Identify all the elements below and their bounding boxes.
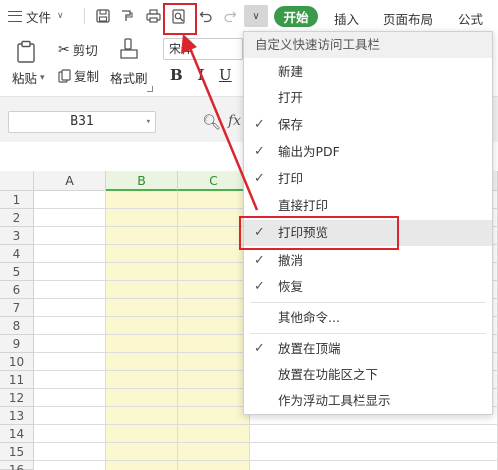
column-header-c[interactable]: C — [178, 171, 250, 191]
menu-item-label: 放置在顶端 — [278, 341, 341, 356]
menu-item-floating-toolbar[interactable]: 作为浮动工具栏显示 — [244, 389, 492, 413]
chevron-down-icon: ∨ — [57, 11, 64, 21]
menu-item-label: 输出为PDF — [278, 144, 340, 159]
format-painter-brush-icon[interactable] — [119, 38, 139, 62]
menu-item-label: 撤消 — [278, 253, 304, 268]
row-header[interactable]: 3 — [0, 227, 34, 245]
menu-item-label: 恢复 — [278, 279, 304, 294]
row-header[interactable]: 11 — [0, 371, 34, 389]
menu-item-label: 保存 — [278, 117, 304, 132]
customize-quick-access-button[interactable]: ∨ — [244, 5, 268, 27]
menu-item-redo[interactable]: ✓ 恢复 — [244, 275, 492, 299]
paste-label: 粘贴 — [12, 71, 38, 86]
menu-item-save[interactable]: ✓ 保存 — [244, 113, 492, 137]
copy-icon — [58, 68, 71, 83]
copy-button[interactable]: 复制 — [58, 66, 99, 85]
menu-item-undo[interactable]: ✓ 撤消 — [244, 249, 492, 273]
scissors-icon: ✂ — [58, 41, 70, 58]
menu-item-place-below-ribbon[interactable]: 放置在功能区之下 — [244, 363, 492, 387]
paste-button[interactable]: 粘贴 ▾ — [12, 68, 45, 87]
highlight-box-print-preview-item — [239, 216, 399, 250]
menu-item-label: 直接打印 — [278, 198, 329, 213]
font-name-select[interactable]: 宋体 — [163, 38, 243, 60]
menu-item-label: 其他命令... — [278, 310, 340, 325]
copy-label: 复制 — [74, 69, 100, 84]
italic-button[interactable]: I — [198, 66, 204, 84]
tab-insert[interactable]: 插入 — [334, 9, 359, 28]
name-box-value: B31 — [70, 114, 94, 129]
print-icon[interactable] — [143, 6, 163, 26]
separator — [84, 8, 85, 24]
highlight-box-print-preview-icon — [163, 3, 197, 35]
cut-label: 剪切 — [72, 43, 98, 58]
check-icon: ✓ — [254, 279, 265, 294]
menu-item-more-commands[interactable]: 其他命令... — [244, 306, 492, 330]
menu-item-direct-print[interactable]: 直接打印 — [244, 194, 492, 218]
tab-formulas[interactable]: 公式 — [458, 9, 483, 28]
name-box[interactable]: B31 ▾ — [8, 111, 156, 133]
group-dialog-launcher[interactable] — [147, 86, 153, 92]
underline-button[interactable]: U — [219, 66, 232, 84]
paste-icon[interactable] — [16, 40, 38, 64]
menu-header: 自定义快速访问工具栏 — [244, 32, 492, 58]
format-painter-label: 格式刷 — [110, 71, 148, 86]
menu-separator — [250, 333, 486, 334]
menu-item-new[interactable]: 新建 — [244, 60, 492, 84]
row-header[interactable]: 9 — [0, 335, 34, 353]
column-header-b[interactable]: B — [106, 171, 178, 191]
insert-function-button[interactable]: fx — [228, 113, 241, 129]
check-icon: ✓ — [254, 144, 265, 159]
file-menu-label: 文件 — [26, 9, 52, 25]
column-b-cells[interactable] — [106, 191, 178, 470]
title-toolbar: 文件 ∨ ∨ 开始 插入 页面布局 公式 — [0, 0, 498, 32]
menu-item-label: 作为浮动工具栏显示 — [278, 393, 391, 408]
hamburger-icon — [8, 10, 22, 22]
row-header[interactable]: 14 — [0, 425, 34, 443]
row-header[interactable]: 7 — [0, 299, 34, 317]
menu-item-open[interactable]: 打开 — [244, 86, 492, 110]
chevron-down-icon: ▾ — [40, 72, 45, 83]
check-icon: ✓ — [254, 171, 265, 186]
row-header[interactable]: 13 — [0, 407, 34, 425]
tab-page-layout[interactable]: 页面布局 — [383, 9, 433, 28]
row-header[interactable]: 10 — [0, 353, 34, 371]
zoom-search-icon[interactable]: 🔍︎ — [202, 113, 221, 131]
row-header[interactable]: 16 — [0, 461, 34, 470]
select-all-corner[interactable] — [0, 171, 34, 191]
check-icon: ✓ — [254, 341, 265, 356]
row-header[interactable]: 1 — [0, 191, 34, 209]
row-header[interactable]: 6 — [0, 281, 34, 299]
column-a-cells[interactable] — [34, 191, 106, 470]
row-header[interactable]: 4 — [0, 245, 34, 263]
check-icon: ✓ — [254, 117, 265, 132]
column-header-a[interactable]: A — [34, 171, 106, 191]
menu-item-place-top[interactable]: ✓ 放置在顶端 — [244, 337, 492, 361]
menu-item-label: 放置在功能区之下 — [278, 367, 379, 382]
row-header[interactable]: 12 — [0, 389, 34, 407]
chevron-down-double-icon: ∨ — [252, 10, 260, 22]
redo-icon[interactable] — [220, 6, 240, 26]
menu-item-label: 打开 — [278, 90, 304, 105]
menu-item-label: 新建 — [278, 64, 304, 79]
menu-item-print[interactable]: ✓ 打印 — [244, 167, 492, 191]
menu-separator — [250, 302, 486, 303]
row-header[interactable]: 15 — [0, 443, 34, 461]
row-header[interactable]: 2 — [0, 209, 34, 227]
tab-home[interactable]: 开始 — [274, 6, 318, 27]
save-icon[interactable] — [93, 6, 113, 26]
format-painter-icon[interactable] — [117, 6, 137, 26]
row-header[interactable]: 8 — [0, 317, 34, 335]
menu-item-label: 打印 — [278, 171, 304, 186]
file-menu-button[interactable]: 文件 ∨ — [8, 6, 64, 26]
menu-item-export-pdf[interactable]: ✓ 输出为PDF — [244, 140, 492, 164]
cut-button[interactable]: ✂ 剪切 — [58, 40, 98, 59]
undo-icon[interactable] — [196, 6, 216, 26]
row-header[interactable]: 5 — [0, 263, 34, 281]
bold-button[interactable]: B — [170, 66, 183, 84]
chevron-down-icon: ▾ — [145, 117, 151, 127]
check-icon: ✓ — [254, 253, 265, 268]
format-painter-button[interactable]: 格式刷 — [110, 68, 148, 87]
